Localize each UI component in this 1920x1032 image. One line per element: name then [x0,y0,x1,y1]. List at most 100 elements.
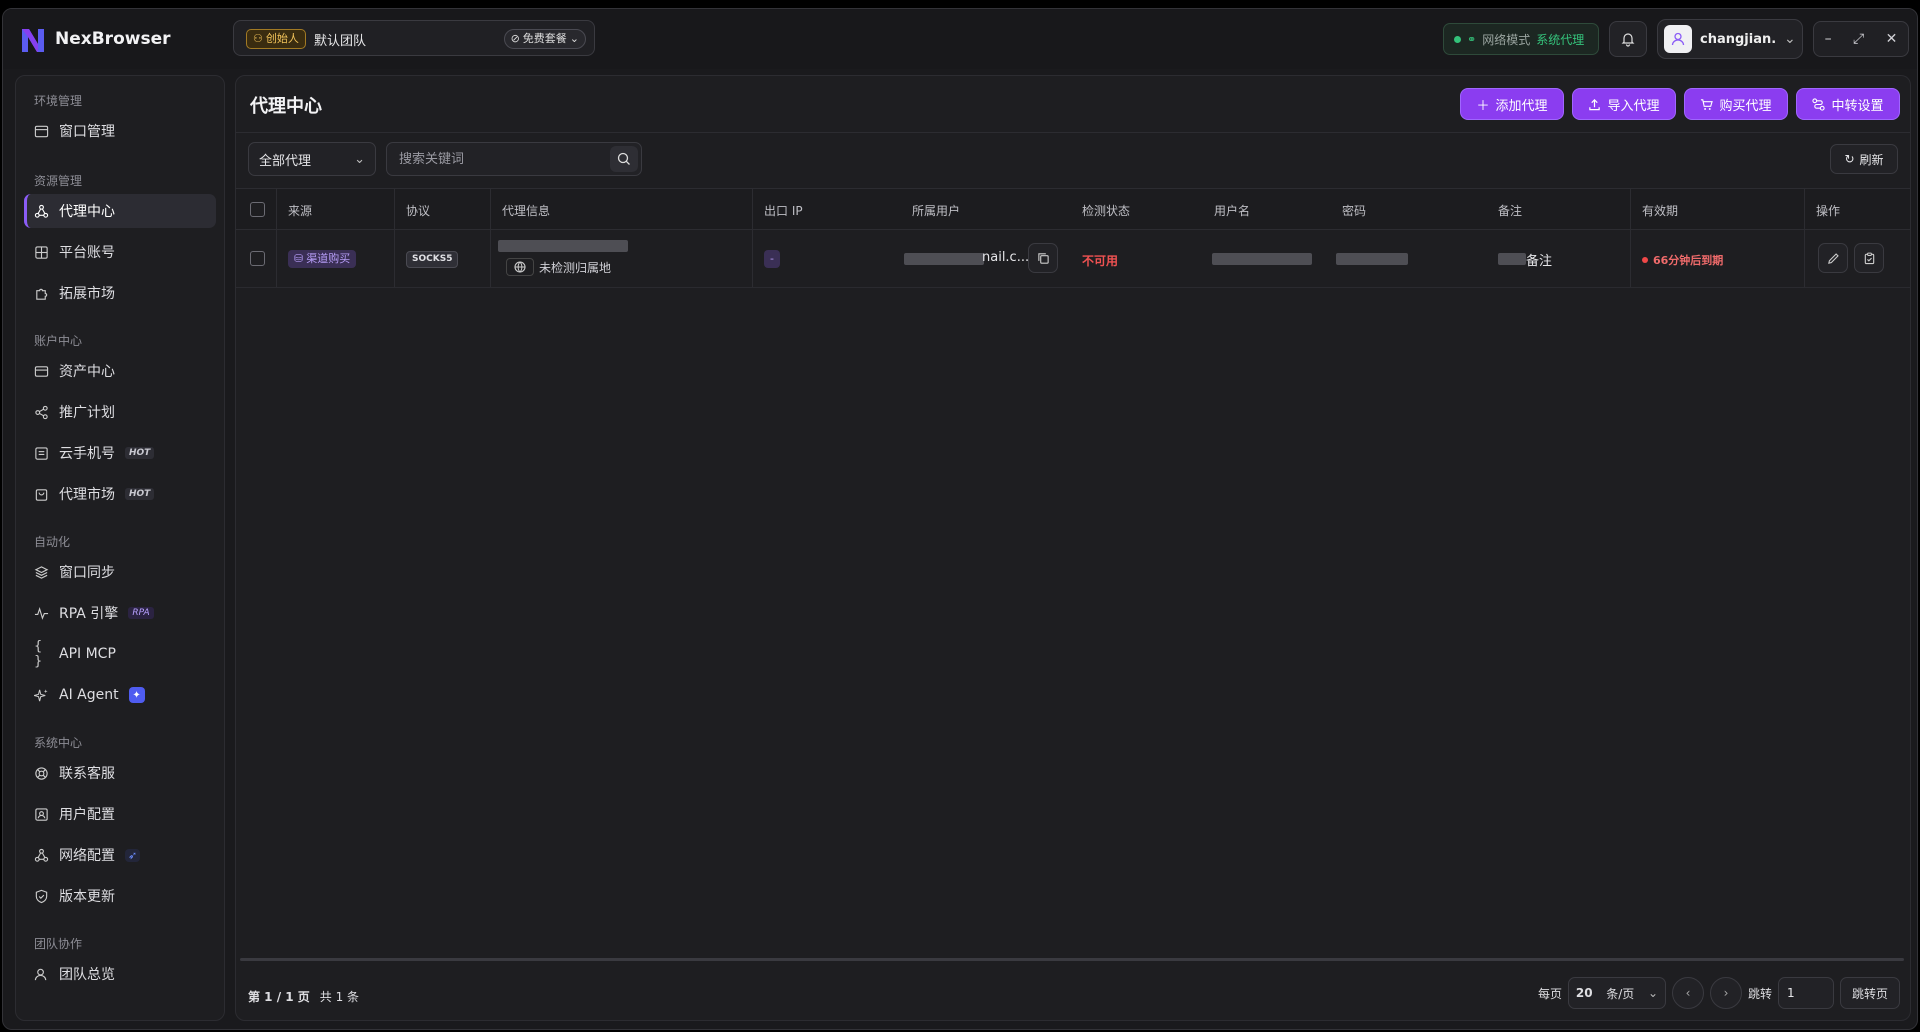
sidebar-group-label: 账户中心 [34,334,83,348]
sidebar-group-label: 环境管理 [34,94,83,108]
column-header: 代理信息 [502,204,551,218]
globe-icon[interactable] [506,258,534,276]
sidebar-item-proxy-market[interactable]: 代理市场 HOT [24,477,216,511]
check-button[interactable] [1854,243,1884,273]
sidebar-item-api-mcp[interactable]: { } API MCP [24,637,216,671]
prev-page-button[interactable]: ‹ [1671,977,1704,1009]
team-switcher[interactable]: ⚇ 创始人 默认团队 ⊘ 免费套餐 ⌄ [233,20,595,56]
network-mode-label: 网络模式 [1482,32,1531,47]
notifications-button[interactable] [1609,21,1647,57]
proxy-filter-select[interactable]: 全部代理 ⌄ [248,142,376,176]
import-proxy-button[interactable]: 导入代理 [1572,88,1676,120]
network-icon [34,848,49,862]
nexbrowser-logo [22,29,44,52]
detection-status: 不可用 [1082,254,1119,268]
sidebar-item-label: 拓展市场 [59,286,115,302]
card-icon [34,365,49,377]
team-name: 默认团队 [314,34,367,49]
user-config-icon [35,807,48,821]
network-mode-indicator[interactable]: ⚭ 网络模式 系统代理 [1443,23,1599,55]
sidebar-item-extension-market[interactable]: 拓展市场 [24,276,216,310]
close-icon[interactable]: ✕ [1886,31,1898,47]
geo-location: 未检测归属地 [506,258,611,276]
column-header: 来源 [288,204,313,218]
jump-page-button[interactable]: 跳转页 [1840,977,1900,1009]
sidebar-item-platform-accounts[interactable]: 平台账号 [24,235,216,269]
window-icon [34,125,49,137]
column-header: 备注 [1498,204,1523,218]
refresh-button[interactable]: ↻ 刷新 [1830,144,1898,174]
sidebar-item-rpa-engine[interactable]: RPA 引擎 RPA [24,596,216,630]
column-header: 有效期 [1642,204,1679,218]
window-controls: – ⤢ ✕ [1813,21,1909,57]
clipboard-check-icon [1864,252,1874,264]
sidebar-item-label: 窗口同步 [59,565,115,581]
relay-settings-button[interactable]: 中转设置 [1796,88,1900,120]
relay-settings-label: 中转设置 [1831,98,1884,114]
search-input[interactable] [387,143,607,175]
sidebar-item-label: 代理中心 [59,204,115,220]
sidebar-item-label: AI Agent [59,687,119,703]
sidebar-item-asset-center[interactable]: 资产中心 [24,354,216,388]
per-page-select[interactable]: 20 条/页 ⌄ [1567,977,1666,1009]
sidebar-item-version-update[interactable]: 版本更新 [24,879,216,913]
shield-icon [35,889,48,903]
jump-page-input[interactable] [1778,977,1834,1009]
minimize-icon[interactable]: – [1825,31,1832,47]
main-panel: 代理中心 ＋ 添加代理 导入代理 购买代理 中转设置 全部代理 ⌄ 搜索关键词 … [235,75,1911,1021]
redacted-remark-prefix [1498,253,1526,265]
app-name: NexBrowser [55,29,171,49]
sidebar-item-label: 平台账号 [59,245,115,261]
sidebar-item-window-sync[interactable]: 窗口同步 [24,555,216,589]
sidebar-item-support[interactable]: 联系客服 [24,756,216,790]
sidebar-item-label: 网络配置 [59,848,115,864]
sidebar-item-label: 版本更新 [59,889,115,905]
sidebar-item-user-config[interactable]: 用户配置 [24,797,216,831]
sidebar-item-cloud-phone[interactable]: 云手机号 HOT [24,436,216,470]
share-icon [35,405,48,419]
search-button[interactable] [610,146,638,172]
add-proxy-button[interactable]: ＋ 添加代理 [1460,88,1564,120]
per-page-unit: 条/页 [1606,986,1635,1001]
founder-icon: ⚇ [253,32,263,45]
column-header: 用户名 [1214,204,1251,218]
search-icon [617,152,630,165]
row-checkbox[interactable] [250,251,265,266]
per-page-label: 每页 [1537,986,1562,1001]
divider [236,132,1910,133]
sidebar-item-network-config[interactable]: 网络配置 ➶ [24,838,216,872]
chevron-down-icon: ⌄ [1648,986,1659,1000]
buy-proxy-button[interactable]: 购买代理 [1684,88,1788,120]
protocol-badge: SOCKS5 [406,251,459,268]
plus-icon: ＋ [1476,98,1490,114]
avatar [1664,25,1692,53]
plan-badge[interactable]: ⊘ 免费套餐 ⌄ [503,29,586,49]
support-icon [35,766,48,780]
select-all-checkbox[interactable] [250,202,265,217]
puzzle-icon [36,288,48,300]
column-header: 协议 [406,204,431,218]
copy-button[interactable] [1028,243,1058,273]
sidebar-item-referral-program[interactable]: 推广计划 [24,395,216,429]
next-page-button[interactable]: › [1709,977,1742,1009]
hot-badge: HOT [125,447,155,459]
sidebar-item-window-management[interactable]: 窗口管理 [24,114,216,148]
sidebar-item-team-overview[interactable]: 团队总览 [24,957,216,991]
user-menu[interactable]: changjian... ⌄ [1657,19,1803,59]
add-proxy-label: 添加代理 [1495,98,1548,114]
sidebar-item-proxy-center[interactable]: 代理中心 [24,194,216,228]
ai-badge-icon: ✦ [128,687,145,703]
source-label: 渠道购买 [306,252,351,265]
edit-button[interactable] [1818,243,1848,273]
sidebar: 环境管理 窗口管理 资源管理 代理中心 平台账号 拓展市场 账户中心 资产中心 … [15,75,225,1021]
table-row[interactable]: ⛁ 渠道购买 SOCKS5 未检测归属地 - nail.c... 不可用 备注 … [236,230,1910,288]
pagination: 每页 20 条/页 ⌄ ‹ › 跳转 跳转页 [1538,976,1900,1010]
chevron-right-icon: › [1723,986,1729,1000]
network-mode-value: 系统代理 [1536,32,1585,47]
maximize-icon[interactable]: ⤢ [1853,31,1864,47]
tag-icon: ⊘ [510,32,520,45]
horizontal-scrollbar[interactable] [240,958,1904,961]
sidebar-item-label: RPA 引擎 [59,606,119,622]
role-label: 创始人 [265,32,299,45]
sidebar-item-ai-agent[interactable]: AI Agent ✦ [24,678,216,712]
